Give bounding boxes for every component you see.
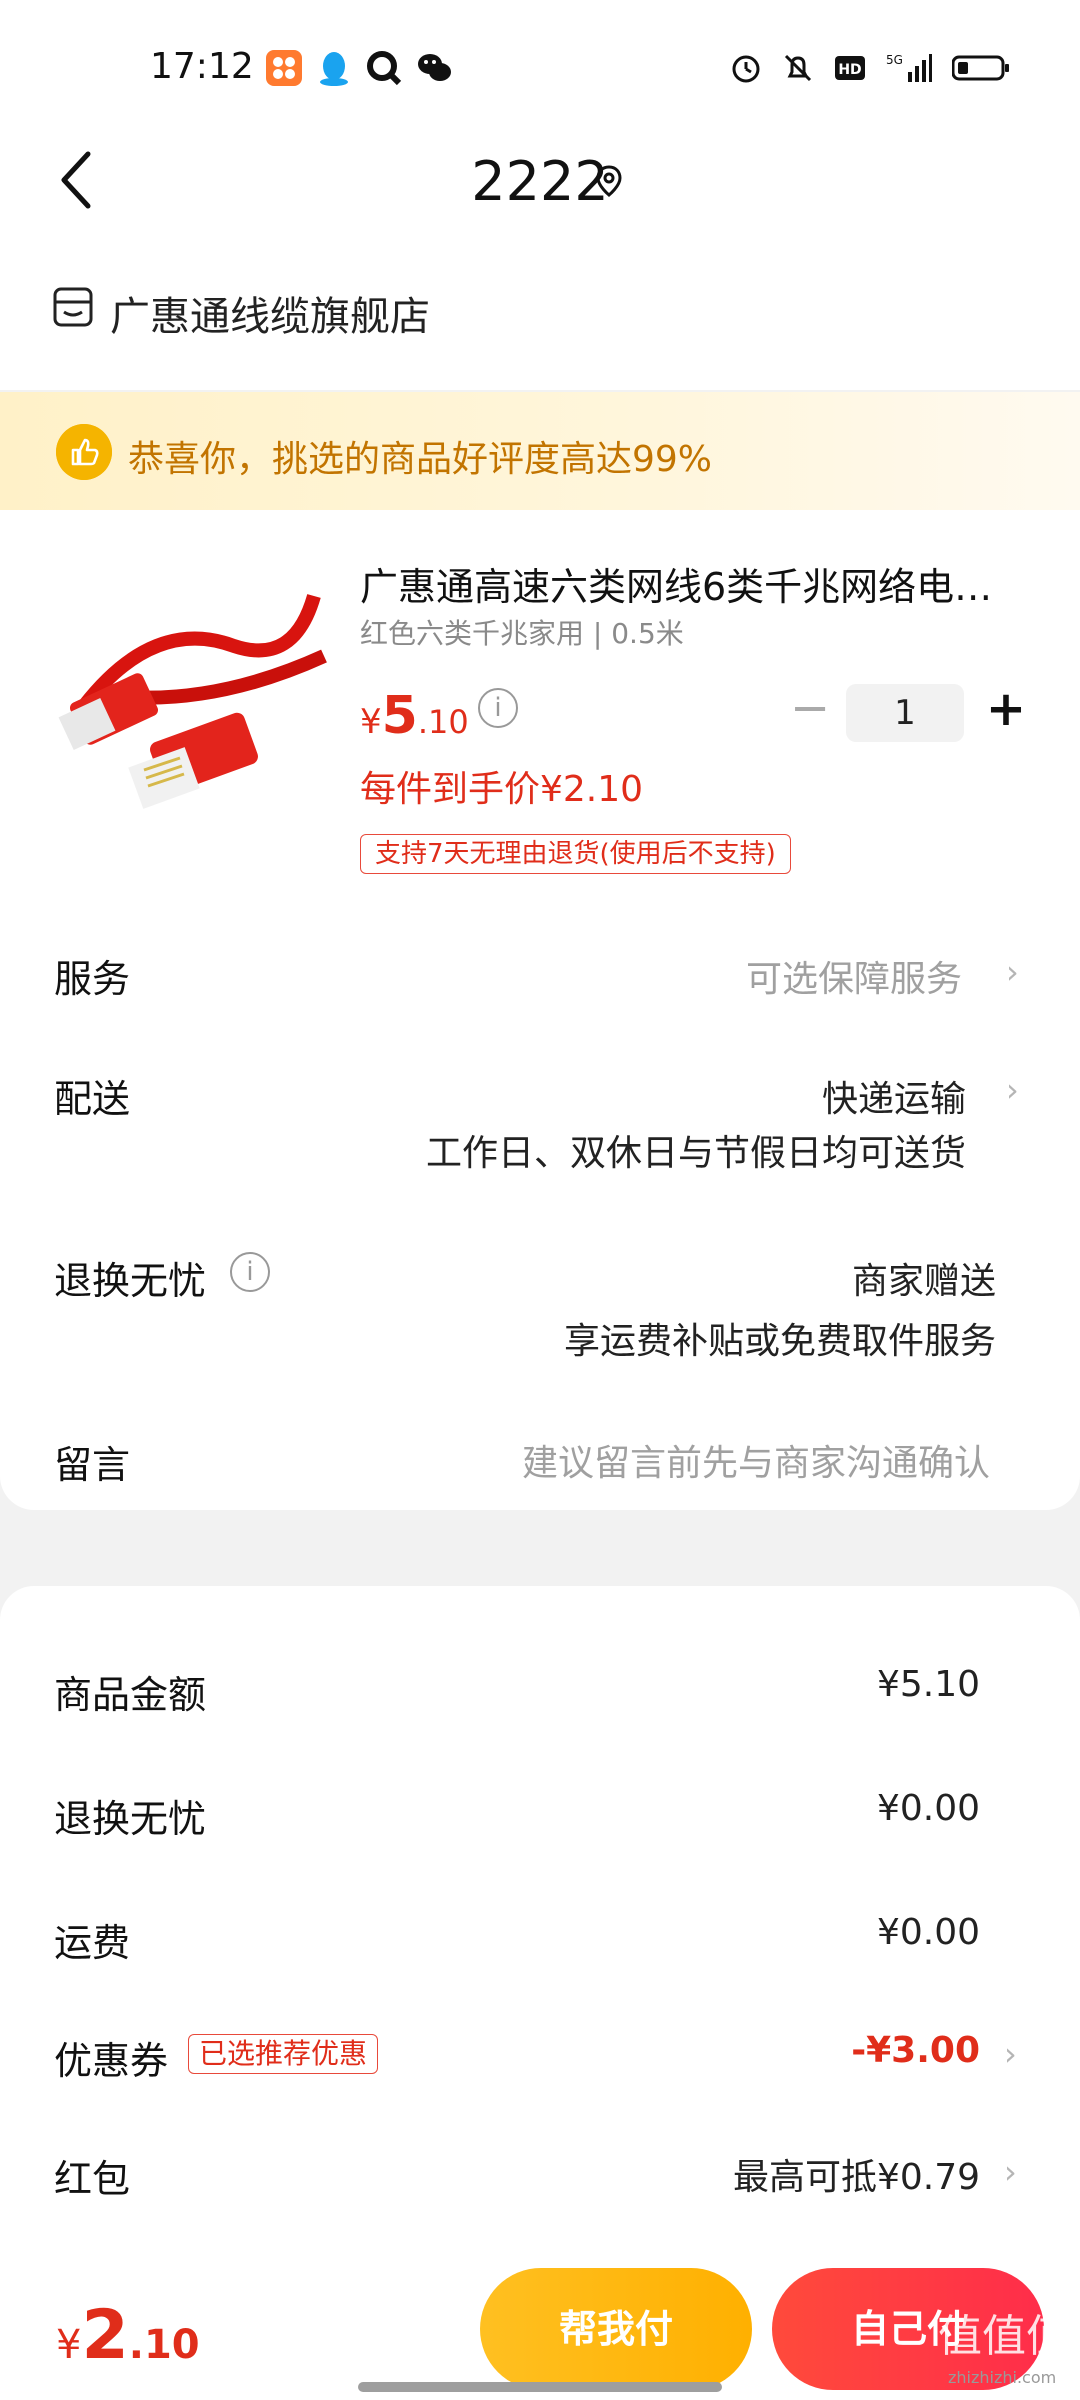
message-input[interactable]: 建议留言前先与商家沟通确认	[522, 1434, 990, 1486]
network-label: 5G	[886, 53, 903, 67]
return-label: 退换无忧	[54, 1259, 207, 1303]
coupon-tag: 已选推荐优惠	[188, 2034, 379, 2074]
delivery-note: 工作日、双休日与节假日均可送货	[425, 1133, 966, 1174]
product-spec[interactable]: 红色六类千兆家用 | 0.5米	[360, 612, 684, 652]
rating-banner-text: 恭喜你，挑选的商品好评度高达99%	[128, 439, 713, 480]
delivery-value[interactable]: 快递运输	[822, 1070, 966, 1122]
watermark-site: zhizhizhi.com	[948, 2368, 1057, 2387]
svg-text:HD: HD	[838, 62, 861, 78]
mute-bell-icon	[782, 52, 814, 88]
quantity-input[interactable]: 1	[846, 684, 964, 742]
per-item-final-price: 每件到手价¥2.10	[360, 769, 644, 810]
delivery-label: 配送	[54, 1077, 131, 1121]
return-policy-badge: 支持7天无理由退货(使用后不支持)	[360, 834, 791, 874]
qq-icon	[316, 50, 352, 86]
thumbs-up-icon	[56, 424, 112, 480]
price-currency: ¥	[360, 702, 382, 742]
product-price: ¥5.10	[360, 686, 469, 746]
return-value: 商家赠送	[851, 1261, 996, 1302]
message-label: 留言	[54, 1443, 131, 1487]
wechat-icon	[416, 50, 452, 86]
price-info-icon[interactable]: i	[478, 688, 518, 728]
service-value[interactable]: 可选保障服务	[746, 950, 962, 1002]
price-main: 5	[381, 686, 418, 746]
location-pin-icon[interactable]	[592, 164, 626, 198]
search-app-icon	[366, 50, 402, 86]
quantity-decrease-button[interactable]: −	[790, 684, 830, 732]
coupon-value[interactable]: -¥3.00	[851, 2030, 980, 2071]
product-title[interactable]: 广惠通高速六类网线6类千兆网络电…	[360, 556, 1010, 611]
service-chevron-icon[interactable]: ›	[1006, 954, 1026, 990]
delivery-chevron-icon[interactable]: ›	[1006, 1072, 1026, 1108]
service-label: 服务	[54, 957, 131, 1001]
alarm-icon	[730, 52, 762, 88]
product-image[interactable]	[54, 556, 330, 832]
store-icon	[52, 286, 94, 328]
battery-icon	[951, 53, 1010, 87]
return-note: 享运费补贴或免费取件服务	[563, 1321, 996, 1362]
app-notification-icon	[266, 50, 302, 86]
status-bar: 17:12 HD 5G	[0, 0, 1080, 140]
address-title[interactable]: 2222	[0, 150, 1080, 213]
coupon-label: 优惠券	[54, 2039, 169, 2083]
home-indicator[interactable]	[358, 2382, 722, 2392]
redpacket-label: 红包	[54, 2157, 131, 2201]
total-currency: ¥	[56, 2322, 82, 2368]
return-info-icon[interactable]: i	[230, 1252, 270, 1292]
shipping-value: ¥0.00	[876, 1912, 980, 1953]
status-app-icons	[266, 50, 452, 86]
redpacket-value[interactable]: 最高可抵¥0.79	[733, 2148, 980, 2200]
goods-amount-value: ¥5.10	[876, 1664, 980, 1705]
status-right-icons: HD 5G	[730, 52, 1010, 88]
signal-icon: 5G	[886, 52, 932, 88]
redpacket-chevron-icon[interactable]: ›	[1004, 2154, 1024, 2190]
help-me-pay-button[interactable]: 帮我付	[480, 2268, 752, 2390]
coupon-chevron-icon[interactable]: ›	[1004, 2036, 1024, 2072]
return-fee-label: 退换无忧	[54, 1797, 207, 1841]
total-price: ¥2.10	[56, 2296, 200, 2375]
hd-icon: HD	[834, 52, 866, 88]
return-fee-value: ¥0.00	[876, 1788, 980, 1829]
price-decimal: .10	[417, 703, 469, 741]
store-name[interactable]: 广惠通线缆旗舰店	[110, 284, 430, 342]
goods-amount-label: 商品金额	[54, 1673, 207, 1717]
total-main: 2	[81, 2296, 129, 2375]
status-time: 17:12	[150, 46, 254, 87]
quantity-increase-button[interactable]: +	[984, 684, 1028, 734]
watermark-logo: 值值值	[938, 2311, 1070, 2362]
shipping-label: 运费	[54, 1921, 131, 1965]
total-decimal: .10	[128, 2322, 200, 2368]
